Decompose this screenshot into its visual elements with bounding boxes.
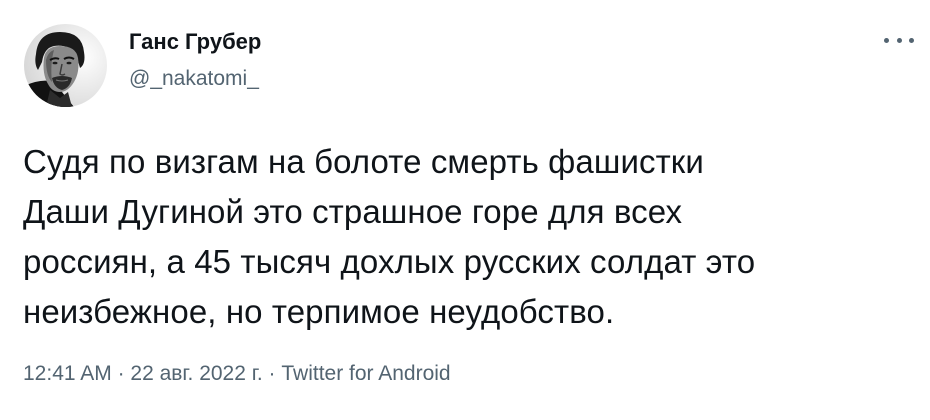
meta-separator: · — [111, 362, 131, 385]
tweet-text-line: неизбежное, но терпимое неудобство. — [23, 293, 615, 330]
more-dot — [884, 37, 889, 43]
tweet-text-line: россиян, а 45 тысяч дохлых русских солда… — [23, 243, 756, 280]
tweet-text: Судя по визгам на болоте смерть фашистки… — [23, 137, 913, 337]
author-handle[interactable]: @_nakatomi_ — [129, 67, 259, 91]
tweet-metadata: 12:41 AM · 22 авг. 2022 г. · Twitter for… — [23, 362, 451, 386]
more-dot — [909, 37, 914, 43]
tweet-text-line: Даши Дугиной это страшное горе для всех — [23, 193, 683, 230]
tweet-card: Ганс Грубер @_nakatomi_ Судя по визгам н… — [0, 0, 930, 420]
author-avatar[interactable] — [24, 24, 107, 107]
tweet-time[interactable]: 12:41 AM — [23, 362, 112, 385]
tweet-text-line: Судя по визгам на болоте смерть фашистки — [23, 143, 704, 180]
more-options-icon[interactable] — [884, 30, 914, 50]
meta-separator: · — [262, 362, 282, 385]
more-dot — [896, 37, 902, 43]
author-display-name[interactable]: Ганс Грубер — [129, 29, 261, 55]
profile-photo-icon — [24, 24, 107, 107]
tweet-date[interactable]: 22 авг. 2022 г. — [130, 362, 262, 385]
tweet-source[interactable]: Twitter for Android — [281, 362, 450, 385]
